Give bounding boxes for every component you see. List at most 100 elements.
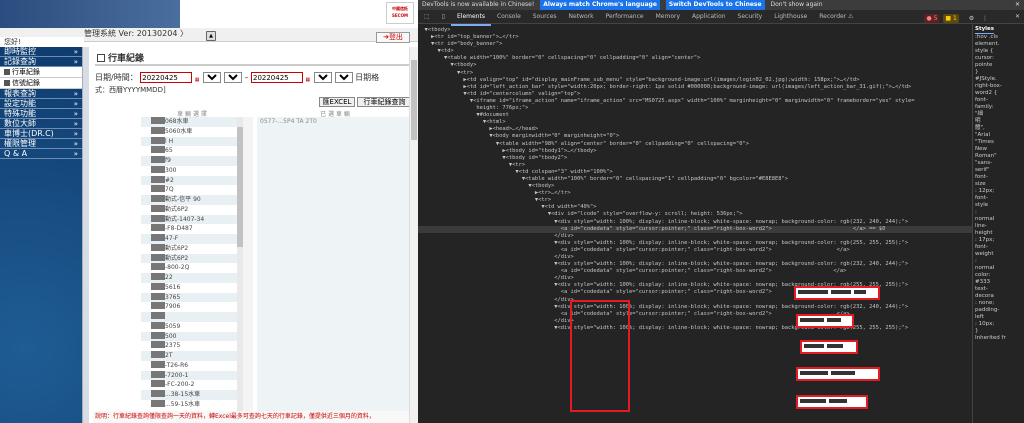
vehicle-list-item[interactable]: l H bbox=[141, 136, 237, 147]
export-excel-button[interactable]: 匯EXCEL bbox=[319, 97, 355, 107]
dom-node-line[interactable]: ▼<table width="100%" border="0" cellspac… bbox=[418, 55, 972, 62]
vehicle-list-item[interactable]: 動式6P2 bbox=[141, 243, 237, 254]
sidebar-item-permissions[interactable]: 權限管理 » bbox=[0, 139, 82, 149]
dom-node-line[interactable]: <a id="codedata" style="cursor:pointer;"… bbox=[418, 225, 972, 233]
sidebar-item-special[interactable]: 特殊功能 » bbox=[0, 109, 82, 119]
dom-node-line[interactable]: ▶<tr id="top_banner">…</tr> bbox=[418, 34, 972, 41]
devtools-tab-security[interactable]: Security bbox=[732, 10, 769, 24]
vehicle-list-item[interactable]: 5616 bbox=[141, 282, 237, 293]
close-devtools-icon[interactable]: ✕ bbox=[1015, 10, 1020, 24]
vehicle-list-item[interactable]: 300 bbox=[141, 165, 237, 176]
vehicle-list-item[interactable]: 500 bbox=[141, 331, 237, 342]
sidebar-item-qa[interactable]: Q & A » bbox=[0, 149, 82, 159]
dom-node-line[interactable]: ▼<div style="width: 100%; display: inlin… bbox=[418, 304, 972, 311]
dom-node-line[interactable]: </div> bbox=[418, 254, 972, 261]
styles-tab[interactable]: Styles bbox=[975, 26, 995, 34]
page-scroll-thumb[interactable] bbox=[411, 60, 417, 140]
vehicle-list-item[interactable]: -T26-R6 bbox=[141, 360, 237, 371]
vehicle-list-item[interactable]: 動式-1407-34 bbox=[141, 214, 237, 225]
dont-show-again-link[interactable]: Don't show again bbox=[770, 1, 822, 8]
calendar-icon[interactable]: ▦ bbox=[306, 74, 312, 83]
devtools-tab-network[interactable]: Network bbox=[563, 10, 600, 24]
warning-count-badge[interactable]: ■ 1 bbox=[943, 14, 959, 23]
switch-language-button[interactable]: Switch DevTools to Chinese bbox=[665, 0, 765, 10]
query-records-button[interactable]: 行車紀錄查詢 bbox=[357, 97, 412, 107]
sidebar-subitem-driving-records[interactable]: 行車紀錄 bbox=[0, 67, 82, 78]
dom-node-line[interactable]: ▼<html> bbox=[418, 119, 972, 126]
devtools-tab-performance[interactable]: Performance bbox=[600, 10, 650, 24]
vehicle-list-item[interactable]: 2T bbox=[141, 351, 237, 361]
dom-node-line[interactable]: <a id="codedata" style="cursor:pointer;"… bbox=[418, 289, 972, 296]
dom-node-line[interactable]: ▼#document bbox=[418, 112, 972, 119]
start-minute-select[interactable]: 31 bbox=[223, 72, 242, 83]
dom-node-line[interactable]: </div> bbox=[418, 297, 972, 304]
inspect-icon[interactable]: ⬚ bbox=[418, 10, 436, 24]
more-options-icon[interactable]: ⋮ bbox=[982, 15, 988, 22]
dom-node-line[interactable]: ▼<table width="100%" border="0" cellspac… bbox=[418, 176, 972, 183]
dom-node-line[interactable]: ▼<div style="width: 100%; display: inlin… bbox=[418, 325, 972, 332]
dom-node-line[interactable]: </div> bbox=[418, 233, 972, 240]
vehicle-list-item[interactable]: -FC-200-2 bbox=[141, 380, 237, 390]
sidebar-item-monitor[interactable]: 即時監控 » bbox=[0, 47, 82, 57]
sidebar-item-digital-master[interactable]: 數位大師 » bbox=[0, 119, 82, 129]
logout-button[interactable]: ➔登出 bbox=[376, 32, 410, 43]
vehicle-list-item[interactable]: 65 bbox=[141, 146, 237, 156]
vehicle-list-item[interactable]: 5059 bbox=[141, 321, 237, 332]
dom-node-line[interactable]: <a id="codedata" style="cursor:pointer;"… bbox=[418, 311, 972, 318]
devtools-tab-recorder[interactable]: Recorder ⚠ bbox=[813, 10, 859, 24]
sidebar-subitem-signal-records[interactable]: 信號紀錄 bbox=[0, 78, 82, 89]
dom-node-line[interactable]: ▼<td width="40%"> bbox=[418, 204, 972, 211]
vehicle-list-item[interactable]: ...38-15水車 bbox=[141, 390, 237, 400]
dom-node-line[interactable]: ▼<tr id="body_banner"> bbox=[418, 41, 972, 48]
devtools-tab-lighthouse[interactable]: Lighthouse bbox=[768, 10, 813, 24]
dom-node-line[interactable]: ▼<body marginwidth="0" marginheight="0"> bbox=[418, 133, 972, 140]
dom-node-line[interactable]: ▼<td id="centercolumn" valign="top"> bbox=[418, 91, 972, 98]
dom-node-line[interactable]: ▶<tbody id="tbody1">…</tbody> bbox=[418, 148, 972, 155]
vehicle-list-item[interactable]: #2 bbox=[141, 175, 237, 186]
end-hour-select[interactable]: 10 bbox=[314, 72, 333, 83]
device-toggle-icon[interactable]: ▯ bbox=[436, 10, 451, 24]
dom-node-line[interactable]: ▼<div style="width: 100%; display: inlin… bbox=[418, 240, 972, 247]
dom-node-line[interactable]: ▼<tbody> bbox=[418, 62, 972, 69]
dom-node-line[interactable]: ▼<table width="98%" align="center" borde… bbox=[418, 141, 972, 148]
close-icon[interactable]: ✕ bbox=[1015, 0, 1020, 10]
sidebar-item-reports[interactable]: 報表查詢 » bbox=[0, 89, 82, 99]
dom-node-line[interactable]: </div> bbox=[418, 318, 972, 325]
dom-node-line[interactable]: height: 776px;"> bbox=[418, 105, 972, 112]
end-date-input[interactable] bbox=[250, 72, 303, 83]
vehicle-list-item[interactable]: -800-2Q bbox=[141, 263, 237, 273]
vehicle-list-item[interactable]: 7Q bbox=[141, 185, 237, 195]
calendar-icon[interactable]: ▦ bbox=[195, 74, 201, 83]
devtools-tab-application[interactable]: Application bbox=[686, 10, 732, 24]
dom-node-line[interactable]: ▼<tbody> bbox=[418, 183, 972, 190]
dom-node-line[interactable]: ▼<div style="width: 100%; display: inlin… bbox=[418, 261, 972, 268]
dom-node-line[interactable]: ▼<iframe id="iframe_action" name="iframe… bbox=[418, 98, 972, 105]
dom-node-line[interactable]: ▼<td> bbox=[418, 48, 972, 55]
dom-node-line[interactable]: ▼<tr> bbox=[418, 197, 972, 204]
vehicle-list-item[interactable]: 動式6P2 bbox=[141, 204, 237, 215]
devtools-tab-memory[interactable]: Memory bbox=[650, 10, 686, 24]
dom-node-line[interactable]: ▼<div id="lcode" style="overflow-y: scro… bbox=[418, 211, 972, 218]
error-count-badge[interactable]: ● 5 bbox=[924, 14, 940, 23]
toggle-menu-button[interactable]: ▲ bbox=[206, 31, 216, 41]
dom-node-line[interactable]: ▼<div style="width: 100%; display: inlin… bbox=[418, 282, 972, 289]
vehicle-list-item[interactable]: 7906 bbox=[141, 302, 237, 312]
dom-node-line[interactable]: <a id="codedata" style="cursor:pointer;"… bbox=[418, 247, 972, 254]
devtools-tab-sources[interactable]: Sources bbox=[527, 10, 563, 24]
vehicle-list-item[interactable]: -7200-1 bbox=[141, 370, 237, 381]
dom-node-line[interactable]: ▼<tr> bbox=[418, 70, 972, 77]
vehicle-list-item[interactable]: 47-F bbox=[141, 234, 237, 244]
start-hour-select[interactable]: 09 bbox=[203, 72, 222, 83]
dom-node-line[interactable]: ▶<td valign="top" id="display_mainFrame_… bbox=[418, 77, 972, 84]
sidebar-item-dr-c[interactable]: 車博士(DR.C) » bbox=[0, 129, 82, 139]
end-minute-select[interactable]: 31 bbox=[334, 72, 353, 83]
vehicle-list-item[interactable] bbox=[141, 312, 237, 322]
devtools-tab-console[interactable]: Console bbox=[491, 10, 527, 24]
vehicle-list-item[interactable]: 3765 bbox=[141, 292, 237, 303]
settings-icon[interactable]: ⚙ bbox=[969, 15, 974, 22]
dom-node-line[interactable]: ▶<head>…</head> bbox=[418, 126, 972, 133]
dom-node-line[interactable]: ▶<td id="left_action_bar" style="width:2… bbox=[418, 84, 972, 91]
match-language-button[interactable]: Always match Chrome's language bbox=[540, 0, 660, 10]
start-date-input[interactable] bbox=[140, 72, 193, 83]
dom-node-line[interactable]: </div> bbox=[418, 275, 972, 282]
